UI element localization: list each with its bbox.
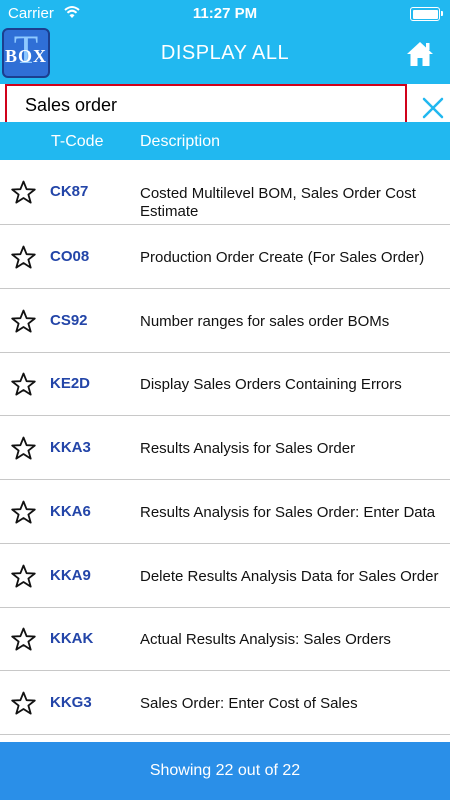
results-count: Showing 22 out of 22: [0, 742, 450, 800]
description-label: Costed Multilevel BOM, Sales Order Cost …: [140, 185, 416, 220]
list-item[interactable]: CS92 Number ranges for sales order BOMs: [0, 289, 450, 353]
star-outline-icon[interactable]: [11, 372, 36, 396]
description-label: Production Order Create (For Sales Order…: [140, 249, 425, 266]
tcode-label: KKAK: [50, 630, 94, 647]
star-outline-icon[interactable]: [11, 564, 36, 588]
search-bar: [0, 84, 450, 127]
star-outline-icon[interactable]: [11, 627, 36, 651]
list-item[interactable]: CO08 Production Order Create (For Sales O…: [0, 225, 450, 289]
description-label: Number ranges for sales order BOMs: [140, 313, 390, 330]
list-item[interactable]: CK87 Costed Multilevel BOM, Sales Order C…: [0, 160, 450, 225]
tcode-label: KKG3: [50, 694, 92, 711]
search-input[interactable]: [25, 93, 395, 117]
home-icon[interactable]: [406, 40, 434, 68]
description-label: Results Analysis for Sales Order: [140, 440, 356, 457]
tcode-label: CO08: [50, 248, 90, 265]
star-outline-icon[interactable]: [11, 691, 36, 715]
description-label: Actual Results Analysis: Sales Orders: [140, 631, 391, 648]
column-tcode: T-Code: [51, 133, 104, 150]
close-icon[interactable]: [420, 95, 446, 121]
description-label: Sales Order: Enter Cost of Sales: [140, 695, 358, 712]
list-item[interactable]: KKAK Actual Results Analysis: Sales Order…: [0, 607, 450, 671]
star-outline-icon[interactable]: [11, 500, 36, 524]
search-box: [5, 84, 407, 127]
description-label: Results Analysis for Sales Order: Enter …: [140, 504, 436, 521]
description-label: Display Sales Orders Containing Errors: [140, 376, 402, 393]
tcode-label: KKA9: [50, 567, 91, 584]
page-title: DISPLAY ALL: [160, 42, 290, 64]
app-header: Carrier 11:27 PM T BOX DISPLAY ALL: [0, 0, 450, 84]
star-outline-icon[interactable]: [11, 436, 36, 460]
list-item[interactable]: KKA3 Results Analysis for Sales Order: [0, 416, 450, 480]
status-time: 11:27 PM: [192, 5, 258, 22]
description-label: Delete Results Analysis Data for Sales O…: [140, 568, 439, 585]
list-item[interactable]: KE2D Display Sales Orders Containing Erro…: [0, 352, 450, 416]
list-item[interactable]: KKA6 Results Analysis for Sales Order: En…: [0, 480, 450, 544]
tcode-list[interactable]: CK87 Costed Multilevel BOM, Sales Order C…: [0, 160, 450, 742]
list-item[interactable]: KKG3 Sales Order: Enter Cost of Sales: [0, 671, 450, 735]
status-bar: Carrier 11:27 PM: [0, 0, 450, 28]
column-description: Description: [140, 133, 221, 150]
tcode-label: KE2D: [50, 375, 91, 392]
star-outline-icon[interactable]: [11, 309, 36, 333]
battery-icon: [410, 7, 443, 21]
star-outline-icon[interactable]: [11, 245, 36, 269]
column-header: T-Code Description: [0, 122, 450, 160]
tcode-label: KKA3: [50, 439, 91, 456]
tcode-label: CS92: [50, 312, 88, 329]
list-item[interactable]: KKA9 Delete Results Analysis Data for Sal…: [0, 544, 450, 608]
tcode-label: KKA6: [50, 503, 91, 520]
star-outline-icon[interactable]: [11, 180, 36, 204]
tcode-label: CK87: [50, 183, 89, 200]
